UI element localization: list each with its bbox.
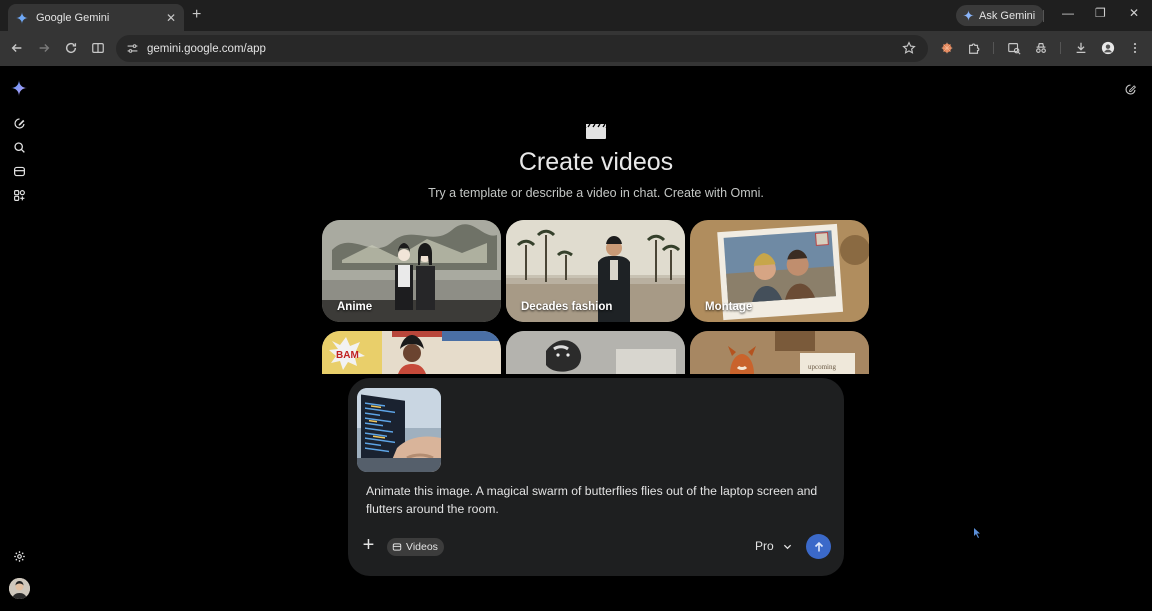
- download-icon[interactable]: [1073, 40, 1089, 56]
- template-card-anime[interactable]: Anime: [322, 220, 501, 322]
- browser-tab[interactable]: Google Gemini ✕: [8, 4, 184, 31]
- video-icon: [392, 543, 402, 551]
- svg-text:BAM: BAM: [336, 350, 359, 361]
- fox-thumbnail: upcoming: [690, 331, 869, 374]
- attached-image[interactable]: [357, 388, 441, 472]
- model-label: Pro: [755, 539, 774, 553]
- address-bar[interactable]: gemini.google.com/app: [116, 35, 928, 62]
- divider: [1043, 10, 1044, 22]
- arrow-up-icon: [814, 541, 823, 551]
- tab-close-icon[interactable]: ✕: [166, 11, 176, 25]
- settings-icon[interactable]: [12, 549, 26, 563]
- menu-icon[interactable]: [1127, 40, 1143, 56]
- model-selector[interactable]: Pro: [755, 539, 792, 553]
- new-tab-icon[interactable]: +: [192, 6, 201, 24]
- prompt-input[interactable]: Animate this image. A magical swarm of b…: [366, 482, 826, 518]
- template-card-montage[interactable]: Montage: [690, 220, 869, 322]
- profile-icon[interactable]: [1100, 40, 1116, 56]
- avatar[interactable]: [9, 578, 30, 599]
- site-settings-icon[interactable]: [126, 42, 139, 55]
- close-window-icon[interactable]: ✕: [1129, 6, 1139, 20]
- restore-icon[interactable]: ❐: [1095, 6, 1106, 20]
- gemini-spark-icon: [963, 10, 974, 21]
- tool-chip-label: Videos: [406, 541, 438, 553]
- page-title: Create videos: [518, 148, 674, 176]
- puzzle-icon[interactable]: [966, 40, 982, 56]
- divider: [993, 42, 994, 54]
- gemini-logo-icon[interactable]: [11, 80, 27, 96]
- template-card-decades-fashion[interactable]: Decades fashion: [506, 220, 685, 322]
- template-label: Decades fashion: [521, 301, 613, 313]
- add-attachment-icon[interactable]: +: [360, 535, 377, 555]
- edit-chat-icon[interactable]: [1123, 82, 1137, 96]
- template-row-2: BAM upcoming: [322, 331, 870, 374]
- tab-title: Google Gemini: [36, 11, 110, 24]
- clapperboard-icon: [586, 123, 606, 139]
- reading-mode-icon[interactable]: [90, 40, 106, 56]
- forward-icon[interactable]: [36, 40, 52, 56]
- url-text: gemini.google.com/app: [147, 42, 266, 55]
- minimize-icon[interactable]: —: [1062, 6, 1074, 20]
- ask-gemini-button[interactable]: Ask Gemini: [956, 5, 1045, 26]
- reload-icon[interactable]: [63, 40, 79, 56]
- tab-strip: Google Gemini ✕ + Ask Gemini — ❐ ✕: [0, 0, 1152, 31]
- back-icon[interactable]: [9, 40, 25, 56]
- divider: [1060, 42, 1061, 54]
- comic-thumbnail: BAM: [322, 331, 501, 374]
- incognito-icon[interactable]: [1033, 40, 1049, 56]
- videos-tool-chip[interactable]: Videos: [387, 538, 444, 556]
- template-card-comic[interactable]: BAM: [322, 331, 501, 374]
- template-card-fox[interactable]: upcoming: [690, 331, 869, 374]
- template-card-pet[interactable]: [506, 331, 685, 374]
- mouse-cursor-icon: [974, 528, 980, 538]
- template-label: Montage: [705, 301, 753, 313]
- svg-text:upcoming: upcoming: [808, 363, 836, 371]
- page-subtitle: Try a template or describe a video in ch…: [428, 186, 764, 200]
- chevron-down-icon: [783, 544, 791, 549]
- extension-icon[interactable]: [939, 40, 955, 56]
- new-chat-icon[interactable]: [12, 116, 26, 130]
- prompt-composer: Animate this image. A magical swarm of b…: [348, 378, 844, 576]
- browser-toolbar: gemini.google.com/app: [0, 31, 1152, 66]
- ask-gemini-label: Ask Gemini: [979, 9, 1036, 22]
- template-label: Anime: [337, 301, 373, 313]
- pet-thumbnail: [506, 331, 685, 374]
- screen-capture-icon[interactable]: [1006, 40, 1022, 56]
- bookmark-star-icon[interactable]: [902, 41, 916, 55]
- gemini-favicon-icon: [16, 11, 28, 24]
- send-button[interactable]: [806, 534, 831, 559]
